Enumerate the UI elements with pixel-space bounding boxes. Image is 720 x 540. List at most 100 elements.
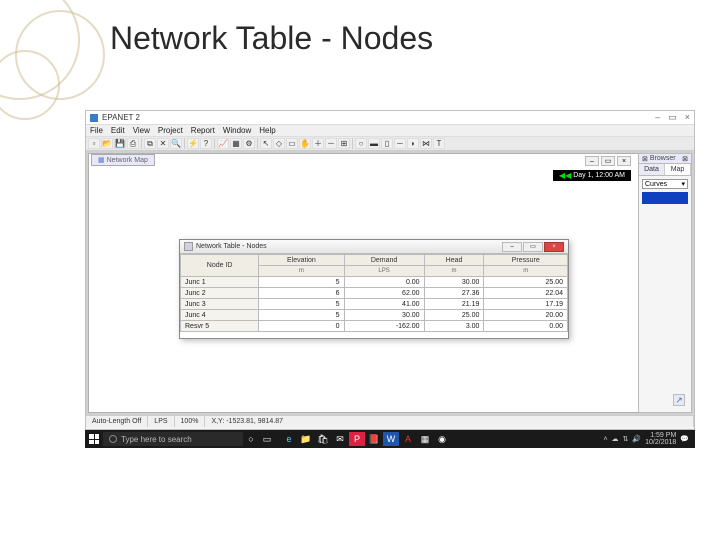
col-elevation[interactable]: Elevation [259,255,344,266]
menu-view[interactable]: View [133,126,150,135]
subwindow-title: Network Map [107,157,148,164]
slide-title: Network Table - Nodes [110,20,433,57]
volume-icon[interactable]: 🔊 [632,435,641,443]
browser-list-item[interactable] [642,192,688,204]
dialog-close-button[interactable]: × [544,242,564,252]
browser-panel: ⊠Browser ⊠ Data Map Curves▾ ↗ [638,153,692,413]
menu-report[interactable]: Report [191,126,215,135]
zoomin-icon[interactable]: ＋ [312,138,324,149]
tray-time[interactable]: 1:59 PM [645,432,676,439]
table-icon [184,242,193,251]
time-badge[interactable]: ◀◀ Day 1, 12:00 AM [553,170,631,181]
sub-maximize-button[interactable]: ▭ [601,156,615,166]
query-icon[interactable]: ? [200,138,212,149]
junction-icon[interactable]: ○ [355,138,367,149]
cortana-icon[interactable]: ○ [243,432,259,446]
minimize-button[interactable]: – [655,112,660,123]
system-tray[interactable]: ˄ ☁ ⇅ 🔊 1:59 PM 10/2/2018 💬 [597,432,695,446]
copy-icon[interactable]: ⧉ [144,138,156,149]
rewind-icon[interactable]: ◀◀ [559,171,571,180]
sub-minimize-button[interactable]: – [585,156,599,166]
col-head[interactable]: Head [424,255,484,266]
zoomout-icon[interactable]: － [325,138,337,149]
label-icon[interactable]: T [433,138,445,149]
vertex-icon[interactable]: ◇ [273,138,285,149]
table-row[interactable]: Junc 150.0030.0025.00 [181,277,568,288]
maximize-button[interactable]: ▭ [668,112,677,123]
tank-icon[interactable]: ▯ [381,138,393,149]
map-panel[interactable]: ▦ Network Map – ▭ × ◀◀ Day 1, 12:00 AM N… [88,153,692,413]
status-zoom: 100% [175,416,206,427]
powerpoint-icon[interactable]: P [349,432,365,446]
tray-date[interactable]: 10/2/2018 [645,439,676,446]
valve-icon[interactable]: ⋈ [420,138,432,149]
taskview-icon[interactable]: ▭ [259,432,275,446]
run-icon[interactable]: ⚡ [187,138,199,149]
wifi-icon[interactable]: ⇅ [623,435,629,443]
menu-file[interactable]: File [90,126,103,135]
status-autolen[interactable]: Auto-Length Off [86,416,148,427]
edge-icon[interactable]: e [281,432,297,446]
save-icon[interactable]: 💾 [114,138,126,149]
region-icon[interactable]: ▭ [286,138,298,149]
menu-project[interactable]: Project [158,126,183,135]
dialog-minimize-button[interactable]: – [502,242,522,252]
fullext-icon[interactable]: ⊞ [338,138,350,149]
print-icon[interactable]: ⎙ [127,138,139,149]
search-box[interactable]: Type here to search [103,432,243,446]
dialog-maximize-button[interactable]: ▭ [523,242,543,252]
subwindow-tab[interactable]: ▦ Network Map [91,154,155,166]
pan-icon[interactable]: ✋ [299,138,311,149]
tray-up-icon[interactable]: ˄ [603,436,607,443]
table-row[interactable]: Junc 2662.0027.3622.04 [181,288,568,299]
app-title: EPANET 2 [102,113,655,122]
pump-icon[interactable]: ◗ [407,138,419,149]
table-icon[interactable]: ▦ [230,138,242,149]
browser-combo[interactable]: Curves▾ [642,179,688,189]
col-demand[interactable]: Demand [344,255,424,266]
options-icon[interactable]: ⚙ [243,138,255,149]
close-button[interactable]: × [685,112,690,123]
table-row[interactable]: Resvr 50-162.003.000.00 [181,321,568,332]
search-placeholder: Type here to search [121,435,192,444]
external-link-icon[interactable]: ↗ [673,394,685,406]
graph-icon[interactable]: 📈 [217,138,229,149]
store-icon[interactable]: 🛍 [315,432,331,446]
notifications-icon[interactable]: 💬 [680,435,689,443]
autocad-icon[interactable]: A [400,432,416,446]
dialog-titlebar[interactable]: Network Table - Nodes – ▭ × [180,240,568,254]
cloud-icon[interactable]: ☁ [612,435,619,443]
start-button[interactable] [85,434,103,444]
open-icon[interactable]: 📂 [101,138,113,149]
menu-help[interactable]: Help [259,126,275,135]
new-icon[interactable]: ▫ [88,138,100,149]
explorer-icon[interactable]: 📁 [298,432,314,446]
titlebar[interactable]: EPANET 2 – ▭ × [86,111,694,125]
app-window: EPANET 2 – ▭ × File Edit View Project Re… [85,110,695,430]
browser-title[interactable]: ⊠Browser ⊠ [639,154,691,164]
menu-window[interactable]: Window [223,126,251,135]
table-row[interactable]: Junc 3541.0021.1917.19 [181,299,568,310]
select-icon[interactable]: ↖ [260,138,272,149]
mail-icon[interactable]: ✉ [332,432,348,446]
chrome-icon[interactable]: ◉ [434,432,450,446]
reservoir-icon[interactable]: ▬ [368,138,380,149]
word-icon[interactable]: W [383,432,399,446]
table-row[interactable]: Junc 4530.0025.0020.00 [181,310,568,321]
unit-elev: m [259,266,344,277]
pipe-icon[interactable]: ─ [394,138,406,149]
nodes-table[interactable]: Node ID Elevation Demand Head Pressure m… [180,254,568,332]
tab-data[interactable]: Data [639,164,665,175]
col-pressure[interactable]: Pressure [484,255,568,266]
menu-edit[interactable]: Edit [111,126,125,135]
search-icon [109,435,117,443]
tab-map[interactable]: Map [665,164,691,175]
unit-pres: m [484,266,568,277]
col-nodeid[interactable]: Node ID [181,255,259,277]
sub-close-button[interactable]: × [617,156,631,166]
delete-icon[interactable]: ✕ [157,138,169,149]
misc-icon[interactable]: ▦ [417,432,433,446]
unit-demand: LPS [344,266,424,277]
find-icon[interactable]: 🔍 [170,138,182,149]
pdf-icon[interactable]: 📕 [366,432,382,446]
